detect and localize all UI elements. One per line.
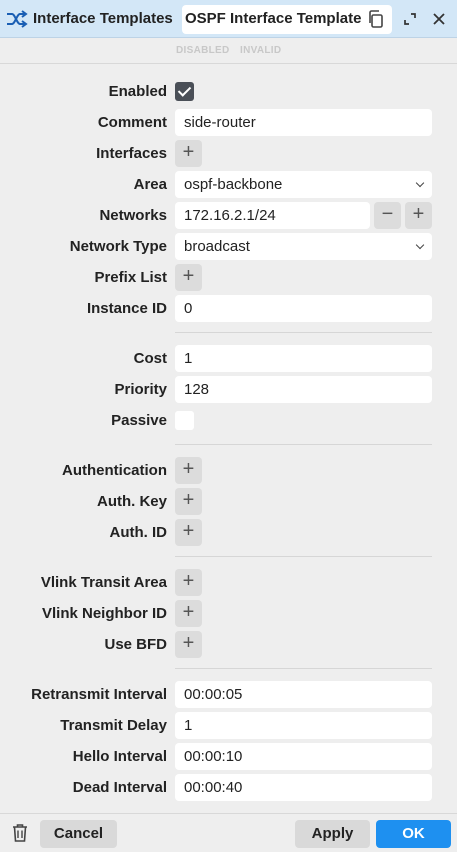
auth-id-add-button[interactable]: + [175,519,202,546]
retransmit-interval-input[interactable]: 00:00:05 [175,681,432,708]
flag-disabled: DISABLED [176,45,230,56]
cancel-button[interactable]: Cancel [40,820,117,848]
separator [175,668,432,669]
use-bfd-add-button[interactable]: + [175,631,202,658]
auth-key-label: Auth. Key [96,493,167,510]
networks-label: Networks [99,207,167,224]
row-network-type: Network Type broadcast [0,233,457,261]
row-passive: Passive [0,407,457,435]
trash-icon[interactable] [11,823,29,843]
retransmit-interval-label: Retransmit Interval [31,686,167,703]
comment-input[interactable]: side-router [175,109,432,136]
row-vlink-transit-area: Vlink Transit Area + [0,569,457,597]
dead-interval-label: Dead Interval [72,779,167,796]
apply-button[interactable]: Apply [295,820,370,848]
status-flags: DISABLED INVALID [0,38,457,64]
interfaces-add-button[interactable]: + [175,140,202,167]
networks-remove-button[interactable]: − [374,202,401,229]
use-bfd-label: Use BFD [104,636,167,653]
instance-id-label: Instance ID [86,300,167,317]
cost-label: Cost [133,350,167,367]
form-content: Enabled Comment side-router Interfaces +… [0,65,457,813]
window-title: Interface Templates [33,10,173,27]
window-titlebar: Interface Templates OSPF Interface Templ… [0,0,457,38]
priority-input[interactable]: 128 [175,376,432,403]
authentication-label: Authentication [62,462,167,479]
prefix-list-add-button[interactable]: + [175,264,202,291]
row-transmit-delay: Transmit Delay 1 [0,712,457,740]
row-hello-interval: Hello Interval 00:00:10 [0,743,457,771]
row-dead-interval: Dead Interval 00:00:40 [0,774,457,802]
tab-ospf-interface-template[interactable]: OSPF Interface Template [182,5,392,34]
vlink-transit-area-add-button[interactable]: + [175,569,202,596]
tab-label: OSPF Interface Template [185,10,362,27]
auth-key-add-button[interactable]: + [175,488,202,515]
shuffle-icon [7,10,28,28]
separator [175,556,432,557]
network-type-label: Network Type [69,238,167,255]
hello-interval-input[interactable]: 00:00:10 [175,743,432,770]
close-icon[interactable] [430,10,448,28]
networks-add-button[interactable]: + [405,202,432,229]
row-vlink-neighbor-id: Vlink Neighbor ID + [0,600,457,628]
area-select[interactable]: ospf-backbone [175,171,432,198]
priority-label: Priority [114,381,167,398]
row-enabled: Enabled [0,78,457,106]
row-instance-id: Instance ID 0 [0,295,457,323]
hello-interval-label: Hello Interval [72,748,167,765]
comment-label: Comment [97,114,167,131]
prefix-list-label: Prefix List [94,269,167,286]
interfaces-label: Interfaces [96,145,167,162]
maximize-icon[interactable] [401,10,419,28]
networks-input[interactable]: 172.16.2.1/24 [175,202,370,229]
row-networks: Networks 172.16.2.1/24 − + [0,202,457,230]
row-cost: Cost 1 [0,345,457,373]
copy-icon[interactable] [366,9,386,29]
cost-input[interactable]: 1 [175,345,432,372]
dead-interval-input[interactable]: 00:00:40 [175,774,432,801]
row-area: Area ospf-backbone [0,171,457,199]
vlink-transit-area-label: Vlink Transit Area [40,574,167,591]
authentication-add-button[interactable]: + [175,457,202,484]
ok-button[interactable]: OK [376,820,451,848]
passive-label: Passive [111,412,167,429]
instance-id-input[interactable]: 0 [175,295,432,322]
vlink-neighbor-id-add-button[interactable]: + [175,600,202,627]
auth-id-label: Auth. ID [109,524,168,541]
separator [175,444,432,445]
network-type-select[interactable]: broadcast [175,233,432,260]
row-auth-id: Auth. ID + [0,519,457,547]
transmit-delay-label: Transmit Delay [60,717,167,734]
enabled-label: Enabled [108,83,167,100]
row-prefix-list: Prefix List + [0,264,457,292]
row-use-bfd: Use BFD + [0,631,457,659]
flag-invalid: INVALID [240,45,282,56]
transmit-delay-input[interactable]: 1 [175,712,432,739]
enabled-checkbox[interactable] [175,82,194,101]
area-label: Area [133,176,167,193]
row-authentication: Authentication + [0,457,457,485]
vlink-neighbor-id-label: Vlink Neighbor ID [41,605,167,622]
passive-checkbox[interactable] [175,411,194,430]
row-auth-key: Auth. Key + [0,488,457,516]
dialog-footer: Cancel Apply OK [0,813,457,852]
row-retransmit-interval: Retransmit Interval 00:00:05 [0,681,457,709]
row-interfaces: Interfaces + [0,140,457,168]
row-comment: Comment side-router [0,109,457,137]
row-priority: Priority 128 [0,376,457,404]
separator [175,332,432,333]
